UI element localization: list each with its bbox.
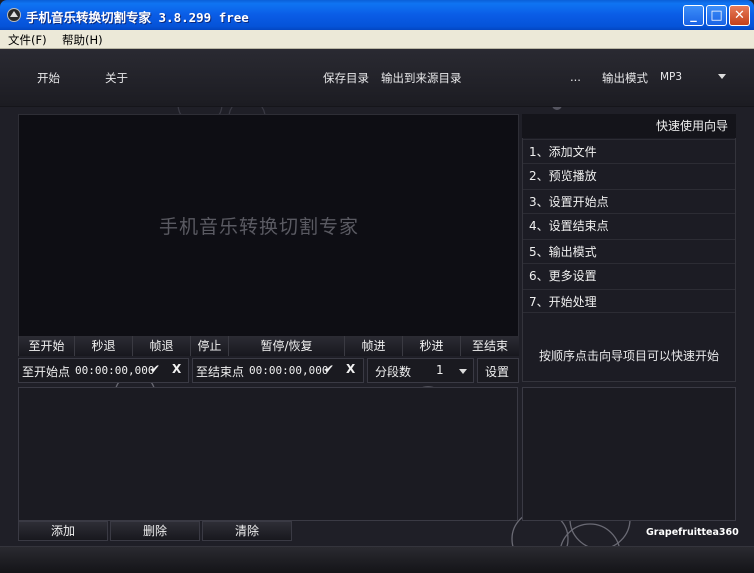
app-body: 开始 关于 保存目录 输出到来源目录 ... 输出模式 MP3 手机音乐转换切割… — [0, 49, 754, 573]
segments-label: 分段数 — [375, 365, 412, 379]
frame-back-button[interactable]: 帧退 — [132, 336, 190, 356]
clear-end-icon[interactable]: X — [346, 362, 355, 376]
clear-start-icon[interactable]: X — [172, 362, 181, 376]
quick-guide-title: 快速使用向导 — [522, 114, 736, 138]
status-bar — [0, 546, 754, 573]
settings-button[interactable]: 设置 — [485, 363, 509, 380]
right-bottom-panel — [522, 387, 736, 521]
guide-item-preview[interactable]: 2、预览播放 — [523, 163, 735, 187]
add-file-button[interactable]: 添加 — [18, 521, 108, 541]
browse-button[interactable]: ... — [570, 70, 581, 84]
start-time-field[interactable]: 00:00:00,000 — [75, 364, 154, 377]
brand-label: Grapefruittea360 — [646, 527, 739, 538]
confirm-end-icon[interactable]: ✔ — [324, 362, 334, 376]
start-button[interactable]: 开始 — [37, 70, 60, 86]
output-to-source-button[interactable]: 输出到来源目录 — [381, 70, 462, 86]
about-button[interactable]: 关于 — [105, 70, 128, 86]
to-start-button[interactable]: 至开始 — [18, 336, 74, 356]
guide-item-output-mode[interactable]: 5、输出模式 — [523, 239, 735, 263]
pause-resume-button[interactable]: 暂停/恢复 — [228, 336, 344, 356]
confirm-start-icon[interactable]: ✔ — [150, 362, 160, 376]
clear-list-button[interactable]: 清除 — [202, 521, 292, 541]
output-mode-select[interactable]: MP3 — [660, 71, 682, 83]
end-time-field[interactable]: 00:00:00,000 — [249, 364, 328, 377]
file-list[interactable] — [18, 387, 518, 521]
chevron-down-icon[interactable] — [718, 74, 726, 79]
guide-item-set-end[interactable]: 4、设置结束点 — [523, 213, 735, 237]
guide-item-add-file[interactable]: 1、添加文件 — [523, 139, 735, 163]
save-dir-button[interactable]: 保存目录 — [323, 70, 369, 86]
delete-file-button[interactable]: 删除 — [110, 521, 200, 541]
close-button[interactable]: ✕ — [729, 5, 750, 26]
second-back-button[interactable]: 秒退 — [74, 336, 132, 356]
guide-item-set-start[interactable]: 3、设置开始点 — [523, 189, 735, 213]
output-mode-label: 输出模式 — [602, 71, 648, 85]
to-end-button[interactable]: 至结束 — [460, 336, 519, 356]
frame-forward-button[interactable]: 帧进 — [344, 336, 402, 356]
chevron-down-icon[interactable] — [459, 369, 467, 374]
menu-bar — [0, 30, 754, 49]
stop-button[interactable]: 停止 — [190, 336, 228, 356]
minimize-button[interactable]: _ — [683, 5, 704, 26]
app-icon — [7, 8, 21, 22]
second-forward-button[interactable]: 秒进 — [402, 336, 460, 356]
maximize-button[interactable]: □ — [706, 5, 727, 26]
window-title: 手机音乐转换切割专家 3.8.299 free — [26, 10, 249, 25]
menu-file[interactable]: 文件(F) — [8, 32, 47, 48]
preview-watermark: 手机音乐转换切割专家 — [159, 216, 360, 238]
guide-item-more-settings[interactable]: 6、更多设置 — [523, 263, 735, 287]
guide-item-start-process[interactable]: 7、开始处理 — [523, 289, 735, 313]
menu-help[interactable]: 帮助(H) — [62, 32, 103, 48]
preview-panel: 手机音乐转换切割专家 — [18, 114, 519, 338]
set-end-point-button[interactable]: 至结束点 — [196, 363, 244, 380]
set-start-point-button[interactable]: 至开始点 — [22, 363, 70, 380]
segments-select[interactable]: 1 — [436, 363, 444, 377]
guide-hint: 按顺序点击向导项目可以快速开始 — [538, 349, 719, 363]
